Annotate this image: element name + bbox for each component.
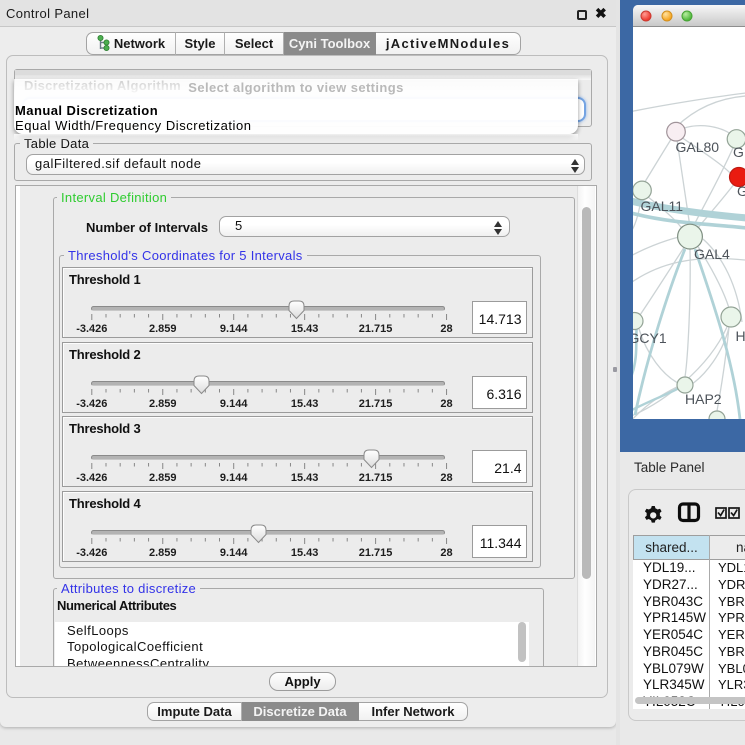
svg-text:G: G xyxy=(737,183,745,199)
svg-text:H: H xyxy=(736,328,745,344)
svg-text:HAP2: HAP2 xyxy=(685,391,722,407)
svg-text:GAL11: GAL11 xyxy=(641,198,684,214)
svg-text:G..: G.. xyxy=(733,144,745,160)
svg-text:GAL4: GAL4 xyxy=(694,246,730,262)
svg-text:GAL80: GAL80 xyxy=(676,139,720,155)
svg-text:GCY1: GCY1 xyxy=(633,330,667,346)
